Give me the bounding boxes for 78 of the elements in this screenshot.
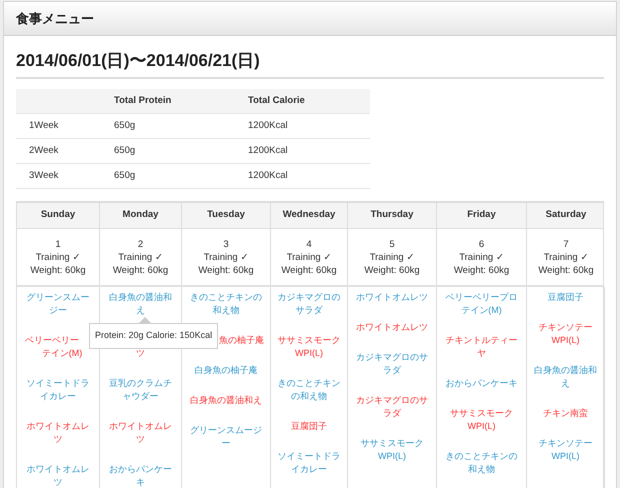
weight-text: Weight: 60kg — [112, 264, 168, 276]
meal-link[interactable]: カジキマグロのサラダ — [354, 394, 430, 420]
training-status: Training ✓ — [36, 250, 80, 264]
meal-link[interactable]: きのことチキンの和え物 — [443, 450, 520, 476]
table-cell-text: 1200Kcal — [248, 118, 289, 133]
table-cell-text: 3Week — [28, 168, 60, 183]
weekday-header: Tuesday — [207, 208, 245, 222]
weight-text: Weight: 60kg — [454, 264, 510, 276]
meal-link[interactable]: グリーンスムージー — [188, 424, 264, 450]
meal-link[interactable]: 豆腐団子 — [291, 420, 327, 433]
meal-link[interactable]: 白身魚の醤油和え — [106, 291, 175, 317]
training-status: Training ✓ — [544, 250, 588, 264]
table-cell-text: 650g — [114, 144, 136, 158]
meal-link[interactable]: ササミスモークWPI(L) — [354, 437, 430, 463]
training-status: Training ✓ — [370, 250, 414, 264]
meal-link[interactable]: ソイミートドライカレー — [277, 450, 341, 476]
weekday-header: Wednesday — [282, 208, 336, 222]
date-number: 4 — [306, 238, 312, 250]
table-cell-text: 1200Kcal — [248, 144, 289, 158]
table-cell-text: 2Week — [28, 144, 60, 158]
panel-title: 食事メニュー — [16, 10, 94, 28]
meal-link[interactable]: ツ — [136, 347, 145, 360]
meal-link[interactable]: 白身魚の柚子庵 — [194, 364, 258, 377]
meal-link[interactable]: 白身魚の醤油和え — [190, 394, 262, 407]
meal-link[interactable]: ササミスモークWPI(L) — [277, 334, 341, 360]
table-cell-text: 1Week — [28, 118, 60, 133]
weight-text: Weight: 60kg — [198, 264, 254, 276]
weekday-header: Thursday — [370, 208, 414, 222]
meal-link[interactable]: ホワイトオムレツ — [356, 291, 428, 304]
period-heading: 2014/06/01(日)〜2014/06/21(日) — [16, 51, 260, 70]
weight-text: Weight: 60kg — [30, 264, 86, 276]
meal-link[interactable]: ベリーベリー — [25, 334, 79, 347]
table-cell-text: 1200Kcal — [248, 168, 289, 183]
date-number: 7 — [563, 238, 569, 250]
date-number: 1 — [55, 238, 61, 250]
weekday-header: Monday — [122, 208, 158, 222]
weekday-header: Sunday — [40, 208, 76, 222]
table-cell-text: 650g — [114, 118, 136, 133]
date-number: 6 — [478, 238, 484, 250]
meal-link[interactable]: ホワイトオムレツ — [106, 420, 175, 446]
tooltip-text: Protein: 20g Calorie: 150Kcal — [95, 329, 212, 342]
training-status: Training ✓ — [459, 250, 504, 264]
meal-link[interactable]: 豆乳のクラムチャウダー — [106, 377, 175, 403]
meal-link[interactable]: 豆腐団子 — [548, 291, 584, 304]
meal-link[interactable]: カジキマグロのサラダ — [354, 351, 430, 377]
meal-link[interactable]: 白身魚の醤油和え — [533, 364, 598, 390]
date-number: 5 — [389, 238, 395, 250]
meal-link[interactable]: チキンソテーWPI(L) — [533, 437, 598, 463]
meal-link[interactable]: ホワイトオムレツ — [23, 420, 93, 446]
meal-link[interactable]: チキン南蛮 — [543, 407, 588, 420]
meal-link[interactable]: きのことチキンの和え物 — [188, 291, 264, 317]
meal-link[interactable]: ササミスモークWPI(L) — [443, 407, 520, 433]
meal-link[interactable]: ベリーベリープロテイン(M) — [443, 291, 520, 317]
weight-text: Weight: 60kg — [538, 264, 594, 276]
meal-link[interactable]: カジキマグロのサラダ — [277, 291, 341, 317]
meal-link[interactable]: 魚の柚子庵 — [219, 334, 264, 347]
meal-link[interactable]: ホワイトオムレツ — [23, 463, 93, 488]
training-status: Training ✓ — [286, 250, 332, 264]
weekday-header: Saturday — [546, 208, 586, 222]
weight-text: Weight: 60kg — [364, 264, 420, 276]
meal-link[interactable]: チキントルティーヤ — [443, 334, 520, 360]
meal-link[interactable]: きのことチキンの和え物 — [277, 377, 341, 403]
meal-link[interactable]: おからパンケーキ — [446, 377, 518, 390]
meal-link[interactable]: チキンソテーWPI(L) — [533, 321, 598, 347]
column-header: Total Calorie — [248, 94, 306, 108]
training-status: Training ✓ — [118, 250, 163, 264]
meal-link[interactable]: ホワイトオムレツ — [356, 321, 428, 334]
column-header: Total Protein — [114, 94, 172, 108]
weekday-header: Friday — [467, 208, 496, 222]
meal-link[interactable]: テイン(M) — [42, 347, 82, 360]
table-cell-text: 650g — [114, 168, 136, 183]
training-status: Training ✓ — [204, 250, 248, 264]
meal-link[interactable]: ソイミートドライカレー — [23, 377, 93, 403]
meal-link[interactable]: グリーンスムージー — [23, 291, 93, 317]
meal-link[interactable]: おからパンケーキ — [106, 463, 175, 488]
date-number: 3 — [223, 238, 229, 250]
date-number: 2 — [138, 238, 144, 250]
weight-text: Weight: 60kg — [281, 264, 337, 276]
